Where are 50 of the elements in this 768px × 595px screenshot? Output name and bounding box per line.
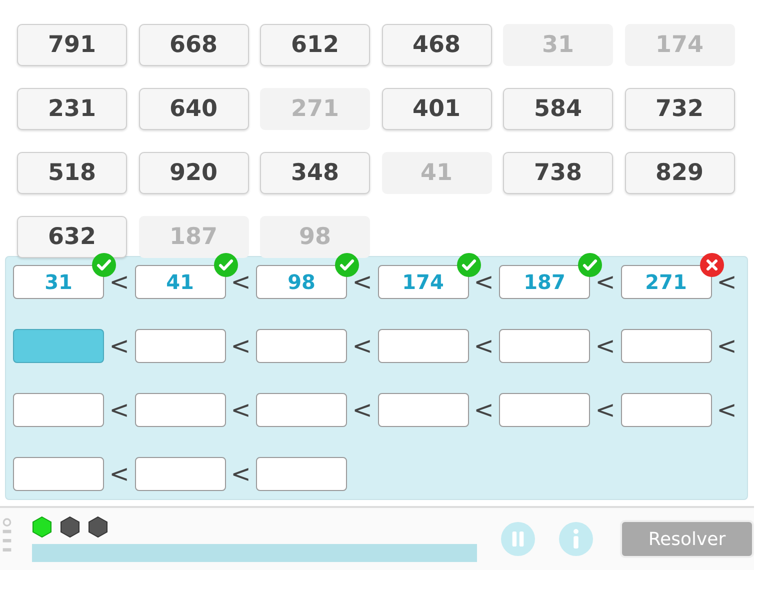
- answer-slot[interactable]: [13, 329, 104, 363]
- less-than-sign: <: [716, 396, 738, 424]
- answer-slot[interactable]: [134, 393, 226, 427]
- number-tile[interactable]: 829: [624, 152, 734, 194]
- answer-slot[interactable]: [134, 329, 226, 363]
- less-than-sign: <: [351, 268, 374, 296]
- less-than-sign: <: [472, 268, 495, 296]
- less-than-sign: <: [351, 332, 374, 360]
- number-tile[interactable]: 738: [503, 152, 613, 194]
- less-than-sign: <: [472, 396, 495, 424]
- less-than-sign: <: [716, 332, 738, 360]
- answer-slot[interactable]: [378, 393, 468, 427]
- number-tile[interactable]: 632: [17, 216, 127, 258]
- less-than-sign: <: [230, 396, 252, 424]
- less-than-sign: <: [230, 268, 252, 296]
- less-than-sign: <: [472, 332, 495, 360]
- number-tile[interactable]: 231: [17, 88, 127, 130]
- answer-slot[interactable]: [134, 457, 226, 491]
- number-tile[interactable]: 791: [17, 24, 127, 66]
- answer-slot[interactable]: [13, 393, 104, 427]
- less-than-sign: <: [108, 396, 130, 424]
- less-than-sign: <: [230, 332, 252, 360]
- number-tile[interactable]: 401: [382, 88, 492, 130]
- answer-slot[interactable]: [620, 329, 712, 363]
- answer-slot[interactable]: [256, 329, 347, 363]
- number-tile[interactable]: 920: [138, 152, 248, 194]
- number-tile[interactable]: 468: [382, 24, 492, 66]
- less-than-sign: <: [230, 460, 252, 488]
- number-tile[interactable]: 668: [138, 24, 248, 66]
- less-than-sign: <: [594, 332, 616, 360]
- number-tile[interactable]: 518: [17, 152, 127, 194]
- less-than-sign: <: [108, 332, 130, 360]
- number-tile[interactable]: 640: [138, 88, 248, 130]
- less-than-sign: <: [716, 268, 738, 296]
- answer-slot[interactable]: [256, 457, 347, 491]
- number-tile[interactable]: 348: [260, 152, 370, 194]
- less-than-sign: <: [594, 396, 616, 424]
- less-than-sign: <: [108, 268, 130, 296]
- answer-slot[interactable]: [256, 393, 347, 427]
- less-than-sign: <: [594, 268, 616, 296]
- less-than-sign: <: [351, 396, 374, 424]
- answer-slot[interactable]: [499, 329, 590, 363]
- answer-slot[interactable]: [620, 393, 712, 427]
- answer-slot[interactable]: [378, 329, 468, 363]
- answer-slot[interactable]: [499, 393, 590, 427]
- answer-slot[interactable]: [13, 457, 104, 491]
- number-tile[interactable]: 732: [624, 88, 734, 130]
- number-tile[interactable]: 584: [503, 88, 613, 130]
- number-tile[interactable]: 612: [260, 24, 370, 66]
- less-than-sign: <: [108, 460, 130, 488]
